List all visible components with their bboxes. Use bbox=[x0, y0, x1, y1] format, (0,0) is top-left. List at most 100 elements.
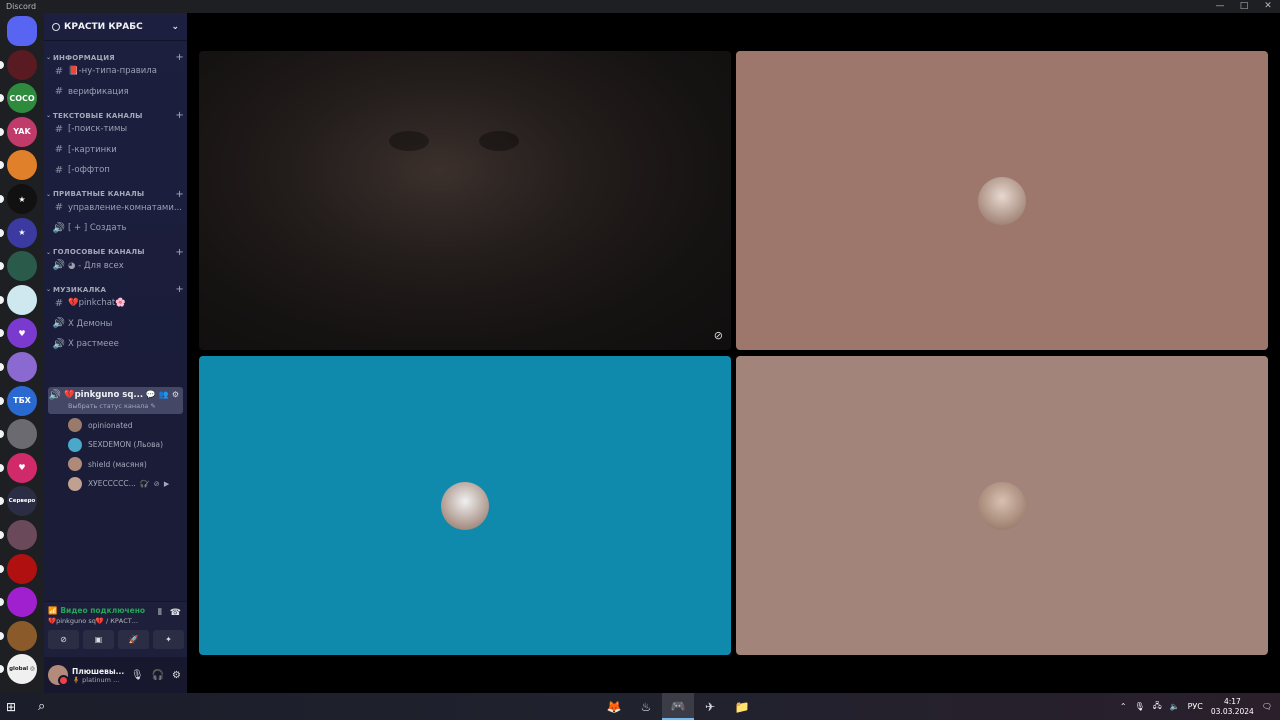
server-icon[interactable]: Серверо bbox=[7, 486, 37, 517]
channel-item[interactable]: 🔊 ◕ - Для всех bbox=[52, 257, 182, 275]
tray-mic-icon[interactable]: 🎙 bbox=[1135, 702, 1145, 711]
server-header[interactable]: КРАСТИ КРАБС ⌄ bbox=[44, 13, 187, 41]
speaker-icon: 🔊 bbox=[52, 222, 66, 234]
screen-share-button[interactable]: ▣ bbox=[83, 630, 114, 649]
headphones-icon[interactable]: 🎧 bbox=[152, 670, 164, 681]
voice-user-name: shield (масяня) bbox=[88, 459, 147, 469]
chevron-down-icon: ⌄ bbox=[46, 54, 52, 61]
channel-item[interactable]: 🔊 X растмеее bbox=[52, 335, 182, 353]
unread-pill bbox=[0, 295, 4, 304]
home-icon[interactable] bbox=[7, 16, 37, 46]
minimize-button[interactable]: — bbox=[1208, 0, 1232, 13]
participant-tile[interactable] bbox=[736, 51, 1268, 350]
participant-avatar bbox=[441, 481, 489, 530]
channel-item[interactable]: 🔊[ + ] Создать bbox=[52, 219, 182, 237]
voice-user-name: SEXDEMON (Льова) bbox=[88, 440, 164, 449]
channel-item[interactable]: # [-оффтоп bbox=[52, 161, 182, 179]
server-icon[interactable] bbox=[7, 620, 37, 651]
channel-name: X Демоны bbox=[68, 318, 113, 329]
server-icon[interactable]: COCO bbox=[7, 83, 37, 114]
channel-item[interactable]: # [-поиск-тимы bbox=[52, 120, 182, 138]
unread-pill bbox=[0, 463, 4, 472]
server-icon[interactable]: ★ bbox=[7, 217, 37, 248]
explorer-icon[interactable]: 📁 bbox=[726, 693, 758, 720]
avatar[interactable] bbox=[48, 665, 69, 686]
server-icon[interactable]: ★ bbox=[7, 184, 37, 214]
chat-icon[interactable]: 💬 bbox=[146, 390, 156, 399]
server-icon[interactable] bbox=[7, 49, 37, 80]
voice-user[interactable]: shield (масяня) bbox=[68, 455, 184, 473]
unread-pill bbox=[0, 396, 4, 405]
search-icon[interactable]: ⌕ bbox=[38, 699, 45, 714]
channel-item[interactable]: # [-картинки bbox=[52, 141, 182, 159]
chevron-down-icon[interactable]: ⌄ bbox=[171, 22, 179, 32]
voice-user[interactable]: SEXDEMON (Льова) bbox=[68, 436, 184, 454]
server-icon[interactable] bbox=[7, 284, 37, 315]
settings-gear-icon[interactable]: ⚙ bbox=[172, 670, 181, 681]
tray-chevron-icon[interactable]: ⌃ bbox=[1120, 702, 1127, 711]
telegram-icon[interactable]: ✈ bbox=[694, 693, 726, 720]
server-icon[interactable] bbox=[7, 520, 37, 550]
discord-icon[interactable]: 🎮 bbox=[662, 693, 694, 720]
steam-icon[interactable]: ♨ bbox=[630, 693, 662, 720]
language-indicator[interactable]: РУС bbox=[1188, 702, 1203, 711]
server-icon[interactable] bbox=[7, 553, 37, 584]
participant-tile[interactable] bbox=[736, 356, 1268, 655]
unread-pill bbox=[0, 329, 4, 338]
category-name: ГОЛОСОВЫЕ КАНАЛЫ bbox=[53, 248, 145, 256]
windows-start-icon[interactable]: ⊞ bbox=[6, 700, 28, 714]
unread-pill bbox=[0, 262, 4, 271]
invite-icon[interactable]: 👥 bbox=[159, 390, 169, 399]
server-icon[interactable] bbox=[7, 352, 37, 382]
server-icon[interactable] bbox=[7, 419, 37, 450]
server-icon[interactable] bbox=[7, 587, 37, 618]
voice-user[interactable]: opinionated bbox=[68, 416, 184, 434]
server-icon[interactable]: global ◎ bbox=[7, 654, 37, 685]
server-icon[interactable]: YAK bbox=[7, 116, 37, 147]
disconnect-icon[interactable]: ☎ bbox=[170, 608, 181, 618]
volume-icon[interactable]: 🔈 bbox=[1170, 702, 1180, 711]
voice-channel-path[interactable]: 💔pinkguno sq💔 / КРАСТ... bbox=[48, 617, 138, 625]
voice-user[interactable]: ХУЕССССС... 🎧̸ ⊘ ▶ bbox=[68, 475, 184, 493]
channel-status-hint[interactable]: Выбрать статус канала ✎ bbox=[68, 402, 156, 410]
notifications-icon[interactable]: 🗨 bbox=[1262, 702, 1272, 711]
category-name: ПРИВАТНЫЕ КАНАЛЫ bbox=[53, 190, 145, 198]
username[interactable]: Плюшевы... bbox=[72, 667, 124, 676]
server-icon[interactable]: ♥ bbox=[7, 318, 37, 349]
channel-item[interactable]: # 📕-ну-типа-правила bbox=[52, 62, 182, 80]
server-list: COCO YAK ★ ★ ♥ ТБХ ♥ Серверо global ◎ bbox=[0, 13, 44, 693]
channel-item[interactable]: # 💔pinkchat🌸 bbox=[52, 294, 182, 312]
avatar bbox=[68, 476, 82, 491]
camera-off-button[interactable]: ⊘ bbox=[48, 630, 79, 649]
clock[interactable]: 4:17 03.03.2024 bbox=[1211, 697, 1254, 717]
server-icon[interactable] bbox=[7, 251, 37, 282]
activity-button[interactable]: 🚀 bbox=[118, 630, 149, 649]
channel-name: X растмеее bbox=[68, 339, 119, 349]
noise-suppression-icon[interactable]: ⫴ bbox=[158, 608, 162, 618]
camera-tile[interactable]: ⊘ bbox=[199, 51, 731, 350]
title-bar: Discord — □ ✕ bbox=[0, 0, 1280, 13]
participant-avatar bbox=[978, 176, 1026, 225]
microphone-icon[interactable]: 🎙 bbox=[131, 670, 144, 681]
participant-tile[interactable] bbox=[199, 356, 731, 655]
eye-shadow-left bbox=[389, 131, 429, 151]
firefox-icon[interactable]: 🦊 bbox=[598, 693, 630, 720]
close-button[interactable]: ✕ bbox=[1256, 0, 1280, 13]
server-icon[interactable]: ♥ bbox=[7, 452, 37, 483]
server-icon[interactable]: ТБХ bbox=[7, 385, 37, 416]
active-voice-channel[interactable]: 🔊 💔pinkguno sq... Выбрать статус канала … bbox=[48, 387, 183, 414]
channel-item[interactable]: 🔊 X Демоны bbox=[52, 315, 182, 333]
soundboard-button[interactable]: ✦ bbox=[153, 630, 184, 649]
unread-pill bbox=[0, 631, 4, 640]
maximize-button[interactable]: □ bbox=[1232, 0, 1256, 13]
avatar bbox=[68, 418, 82, 432]
unread-pill bbox=[0, 665, 4, 674]
unread-pill bbox=[0, 94, 4, 103]
server-icon[interactable] bbox=[7, 150, 37, 181]
channel-item[interactable]: # верификация bbox=[52, 83, 182, 101]
channel-item[interactable]: # управление-комнатами... bbox=[52, 199, 182, 217]
gear-icon[interactable]: ⚙ bbox=[172, 390, 179, 399]
voice-state-icons: 🎧̸ ⊘ ▶ bbox=[139, 479, 171, 488]
eye-shadow-right bbox=[479, 131, 519, 151]
network-icon[interactable]: 🖧 bbox=[1153, 700, 1162, 714]
